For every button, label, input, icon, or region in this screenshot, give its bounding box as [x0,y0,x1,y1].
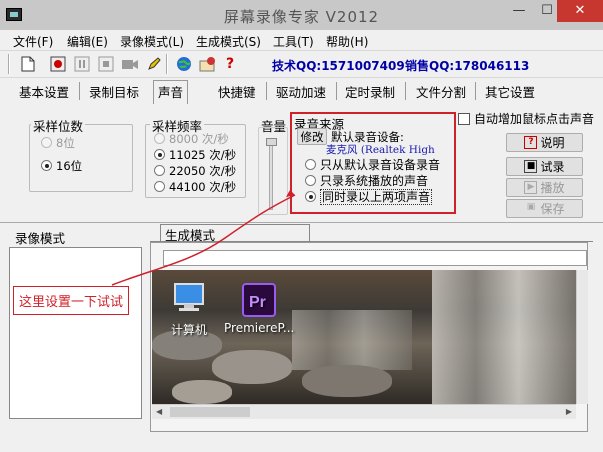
annotation-arrow [111,190,296,286]
status-bar [0,432,603,452]
annotation-callout: 这里设置一下试试 [13,286,130,315]
